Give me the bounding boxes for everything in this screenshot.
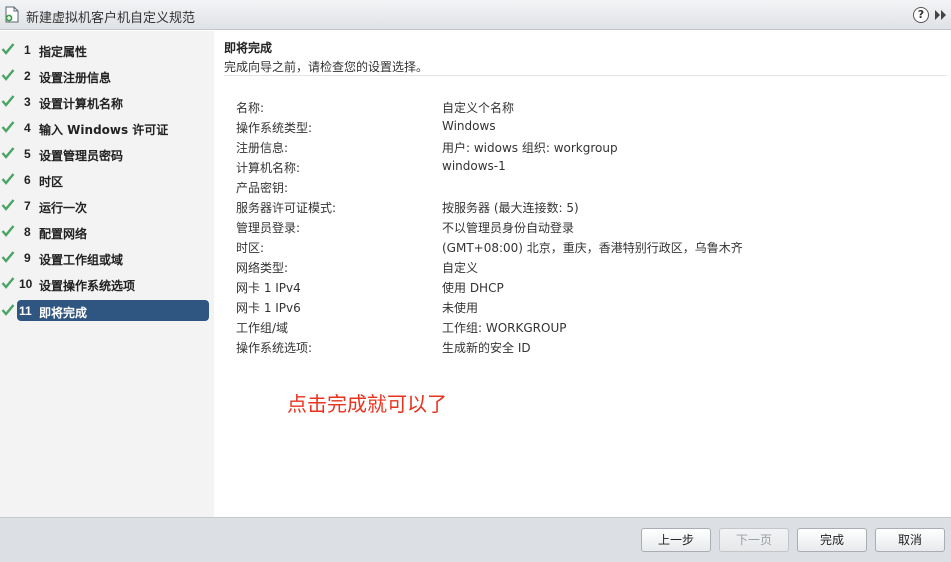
summary-row: 名称: 自定义个名称	[236, 99, 936, 119]
summary-key: 产品密钥:	[236, 181, 289, 195]
main-panel: 即将完成 完成向导之前，请检查您的设置选择。 名称: 自定义个名称 操作系统类型…	[214, 31, 951, 517]
summary-row: 时区: (GMT+08:00) 北京，重庆，香港特别行政区，乌鲁木齐	[236, 239, 936, 259]
summary-value: 生成新的安全 ID	[442, 341, 531, 355]
wizard-footer: 上一步 下一页 完成 取消	[0, 517, 951, 562]
step-label: 时区	[39, 175, 64, 189]
wizard-step-5[interactable]: 5 设置管理员密码	[0, 143, 214, 165]
step-number: 11	[19, 304, 32, 318]
wizard-step-6[interactable]: 6 时区	[0, 169, 214, 191]
check-icon	[1, 121, 15, 133]
summary-key: 注册信息:	[236, 141, 289, 155]
summary-key: 时区:	[236, 241, 265, 255]
step-number: 5	[24, 147, 31, 161]
summary-value: 自定义	[442, 261, 479, 275]
step-label: 运行一次	[39, 201, 88, 215]
summary-key: 管理员登录:	[236, 221, 301, 235]
summary-row: 产品密钥:	[236, 179, 936, 199]
page-title: 即将完成	[224, 41, 273, 55]
summary-row: 网卡 1 IPv6 未使用	[236, 299, 936, 319]
summary-key: 网络类型:	[236, 261, 289, 275]
check-icon	[1, 95, 15, 107]
check-icon	[1, 277, 15, 289]
summary-key: 网卡 1 IPv6	[236, 301, 301, 315]
summary-value: windows-1	[442, 159, 506, 173]
check-icon	[1, 147, 15, 159]
red-annotation-text: 点击完成就可以了	[287, 392, 447, 416]
back-button[interactable]: 上一步	[641, 528, 711, 552]
next-button[interactable]: 下一页	[719, 528, 789, 552]
wizard-step-4[interactable]: 4 输入 Windows 许可证	[0, 117, 214, 139]
finish-button[interactable]: 完成	[797, 528, 867, 552]
wizard-step-9[interactable]: 9 设置工作组或域	[0, 247, 214, 269]
summary-row: 操作系统类型: Windows	[236, 119, 936, 139]
step-label: 设置管理员密码	[39, 149, 124, 163]
check-icon	[1, 199, 15, 211]
step-number: 7	[24, 199, 31, 213]
wizard-step-8[interactable]: 8 配置网络	[0, 221, 214, 243]
step-label: 设置操作系统选项	[39, 279, 136, 293]
summary-key: 名称:	[236, 101, 265, 115]
step-label: 设置工作组或域	[39, 253, 124, 267]
check-icon	[1, 251, 15, 263]
summary-row: 网卡 1 IPv4 使用 DHCP	[236, 279, 936, 299]
summary-value: 使用 DHCP	[442, 281, 504, 295]
step-number: 9	[24, 251, 31, 265]
help-icon[interactable]: ?	[913, 7, 929, 23]
summary-value: 按服务器 (最大连接数: 5)	[442, 201, 579, 215]
step-number: 10	[19, 277, 33, 291]
summary-key: 操作系统选项:	[236, 341, 313, 355]
check-icon	[1, 304, 15, 316]
summary-key: 计算机名称:	[236, 161, 301, 175]
wizard-step-10[interactable]: 10 设置操作系统选项	[0, 273, 214, 295]
check-icon	[1, 43, 15, 55]
wizard-step-1[interactable]: 1 指定属性	[0, 39, 214, 61]
step-label: 即将完成	[39, 306, 88, 320]
summary-row: 操作系统选项: 生成新的安全 ID	[236, 339, 936, 359]
summary-row: 计算机名称: windows-1	[236, 159, 936, 179]
summary-row: 注册信息: 用户: widows 组织: workgroup	[236, 139, 936, 159]
step-label: 指定属性	[39, 45, 88, 59]
window-titlebar: 新建虚拟机客户机自定义规范 ?	[0, 0, 951, 30]
check-icon	[1, 225, 15, 237]
summary-key: 服务器许可证模式:	[236, 201, 337, 215]
wizard-step-7[interactable]: 7 运行一次	[0, 195, 214, 217]
summary-value: 用户: widows 组织: workgroup	[442, 141, 618, 155]
new-document-icon	[5, 6, 19, 23]
summary-value: 工作组: WORKGROUP	[442, 321, 567, 335]
summary-row: 网络类型: 自定义	[236, 259, 936, 279]
summary-value: Windows	[442, 119, 496, 133]
step-number: 3	[24, 95, 31, 109]
divider	[224, 75, 947, 76]
check-icon	[1, 173, 15, 185]
step-number: 1	[24, 43, 31, 57]
summary-row: 管理员登录: 不以管理员身份自动登录	[236, 219, 936, 239]
summary-row: 工作组/域 工作组: WORKGROUP	[236, 319, 936, 339]
step-label: 设置计算机名称	[39, 97, 124, 111]
wizard-step-11[interactable]: 11 即将完成	[0, 300, 214, 322]
summary-key: 工作组/域	[236, 321, 289, 335]
step-number: 8	[24, 225, 31, 239]
step-label: 设置注册信息	[39, 71, 112, 85]
summary-value: (GMT+08:00) 北京，重庆，香港特别行政区，乌鲁木齐	[442, 241, 743, 255]
wizard-step-3[interactable]: 3 设置计算机名称	[0, 91, 214, 113]
window-title: 新建虚拟机客户机自定义规范	[26, 11, 196, 26]
summary-value: 未使用	[442, 301, 479, 315]
summary-value: 自定义个名称	[442, 101, 515, 115]
step-number: 6	[24, 173, 31, 187]
step-label: 输入 Windows 许可证	[39, 123, 169, 137]
summary-row: 服务器许可证模式: 按服务器 (最大连接数: 5)	[236, 199, 936, 219]
step-label: 配置网络	[39, 227, 88, 241]
check-icon	[1, 69, 15, 81]
page-subtitle: 完成向导之前，请检查您的设置选择。	[224, 60, 429, 74]
summary-key: 操作系统类型:	[236, 121, 313, 135]
summary-key: 网卡 1 IPv4	[236, 281, 301, 295]
wizard-step-2[interactable]: 2 设置注册信息	[0, 65, 214, 87]
step-number: 2	[24, 69, 31, 83]
double-chevron-right-icon[interactable]	[934, 9, 948, 21]
wizard-steps-sidebar: 1 指定属性 2 设置注册信息 3 设置计算机名称 4 输入 Windows 许…	[0, 31, 214, 517]
cancel-button[interactable]: 取消	[875, 528, 945, 552]
step-number: 4	[24, 121, 31, 135]
summary-value: 不以管理员身份自动登录	[442, 221, 575, 235]
